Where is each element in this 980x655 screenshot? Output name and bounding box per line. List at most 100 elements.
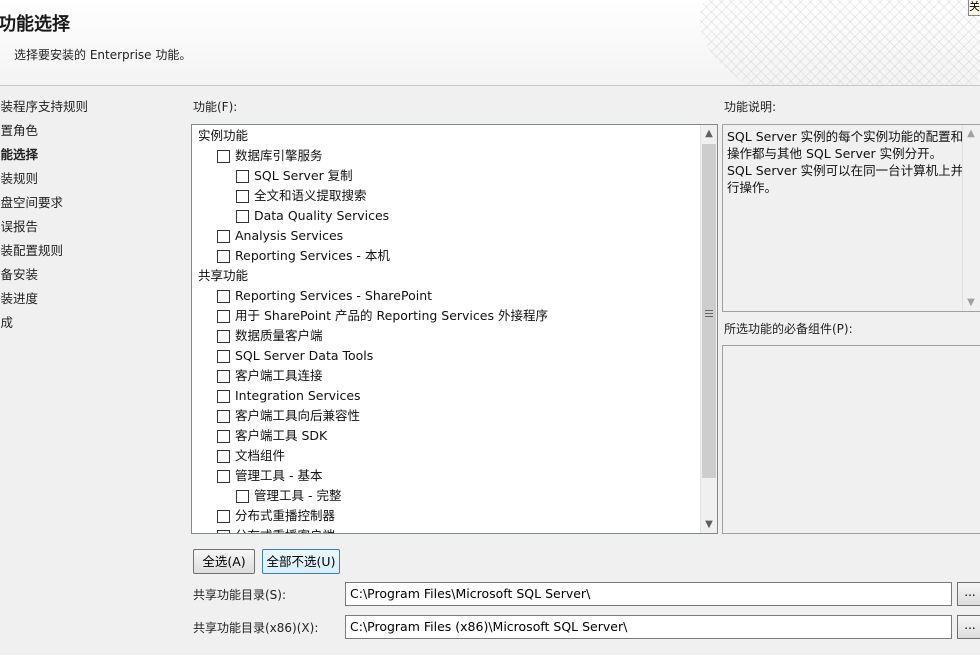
feature-label: Reporting Services - 本机 xyxy=(235,248,390,263)
feature-label: SQL Server 复制 xyxy=(254,168,353,183)
feature-checkbox[interactable] xyxy=(217,369,230,383)
wizard-step[interactable]: 错误报告 xyxy=(0,216,180,240)
scroll-up-icon[interactable]: ▲ xyxy=(701,125,717,142)
feature-checkbox[interactable] xyxy=(217,149,230,163)
wizard-step[interactable]: 设置角色 xyxy=(0,120,180,144)
feature-checkbox[interactable] xyxy=(217,289,230,303)
shared-dir-browse-button[interactable]: ... xyxy=(957,582,980,606)
description-paragraph-2: SQL Server 实例可以在同一台计算机上并行操作。 xyxy=(727,163,964,195)
prerequisites-box xyxy=(722,345,980,534)
page-subtitle: 选择要安装的 Enterprise 功能。 xyxy=(14,48,192,62)
shared-dir-input[interactable]: C:\Program Files\Microsoft SQL Server\ xyxy=(345,582,952,606)
feature-item[interactable]: 客户端工具 SDK xyxy=(192,426,700,446)
feature-checkbox[interactable] xyxy=(217,309,230,323)
feature-checkbox[interactable] xyxy=(236,209,249,223)
feature-item[interactable]: 客户端工具向后兼容性 xyxy=(192,406,700,426)
feature-item[interactable]: 客户端工具连接 xyxy=(192,366,700,386)
feature-item[interactable]: 用于 SharePoint 产品的 Reporting Services 外接程… xyxy=(192,306,700,326)
feature-checkbox[interactable] xyxy=(217,349,230,363)
feature-item[interactable]: Data Quality Services xyxy=(192,206,700,226)
wizard-step[interactable]: 安装规则 xyxy=(0,168,180,192)
feature-checkbox[interactable] xyxy=(217,529,230,533)
feature-checkbox[interactable] xyxy=(217,509,230,523)
feature-item[interactable]: 数据库引擎服务 xyxy=(192,146,700,166)
feature-item[interactable]: 分布式重播控制器 xyxy=(192,506,700,526)
feature-label: Analysis Services xyxy=(235,228,344,243)
wizard-steps: 安装程序支持规则设置角色功能选择安装规则磁盘空间要求错误报告安装配置规则准备安装… xyxy=(0,96,180,336)
feature-item[interactable]: 分布式重播客户端 xyxy=(192,526,700,533)
feature-item[interactable]: Integration Services xyxy=(192,386,700,406)
wizard-step[interactable]: 磁盘空间要求 xyxy=(0,192,180,216)
feature-label: Data Quality Services xyxy=(254,208,390,223)
page-title: 功能选择 xyxy=(0,14,70,35)
header-decoration xyxy=(700,0,980,85)
feature-label: 分布式重播控制器 xyxy=(235,508,336,523)
scroll-down-icon[interactable]: ▼ xyxy=(963,294,979,311)
description-box: SQL Server 实例的每个实例功能的配置和操作都与其他 SQL Serve… xyxy=(722,124,980,312)
feature-label: 共享功能 xyxy=(198,268,249,283)
scroll-thumb[interactable] xyxy=(702,144,716,478)
feature-checkbox[interactable] xyxy=(217,449,230,463)
scroll-up-icon[interactable]: ▲ xyxy=(963,125,979,142)
feature-item[interactable]: 全文和语义提取搜索 xyxy=(192,186,700,206)
feature-label: 数据库引擎服务 xyxy=(235,148,323,163)
wizard-step[interactable]: 安装进度 xyxy=(0,288,180,312)
feature-label: 客户端工具 SDK xyxy=(235,428,328,443)
feature-label: 用于 SharePoint 产品的 Reporting Services 外接程… xyxy=(235,308,548,323)
feature-item[interactable]: Reporting Services - 本机 xyxy=(192,246,700,266)
page-header: 功能选择 选择要安装的 Enterprise 功能。 关 xyxy=(0,0,980,86)
shared-dir-x86-browse-button[interactable]: ... xyxy=(957,615,980,639)
wizard-step[interactable]: 安装配置规则 xyxy=(0,240,180,264)
feature-label: 客户端工具向后兼容性 xyxy=(235,408,361,423)
feature-checkbox[interactable] xyxy=(236,189,249,203)
feature-item[interactable]: 文档组件 xyxy=(192,446,700,466)
feature-label: 分布式重播客户端 xyxy=(235,526,335,533)
feature-item[interactable]: Analysis Services xyxy=(192,226,700,246)
header-corner-tab[interactable]: 关 xyxy=(968,0,980,16)
feature-checkbox[interactable] xyxy=(217,469,230,483)
description-text: SQL Server 实例的每个实例功能的配置和操作都与其他 SQL Serve… xyxy=(727,128,967,196)
select-all-button[interactable]: 全选(A) xyxy=(193,549,255,574)
feature-checkbox[interactable] xyxy=(217,249,230,263)
wizard-step[interactable]: 功能选择 xyxy=(0,144,180,168)
shared-dir-x86-input[interactable]: C:\Program Files (x86)\Microsoft SQL Ser… xyxy=(345,615,952,639)
feature-checkbox[interactable] xyxy=(217,429,230,443)
description-label: 功能说明: xyxy=(724,100,777,114)
feature-checkbox[interactable] xyxy=(217,409,230,423)
features-scrollbar[interactable]: ▲ ▼ xyxy=(700,125,717,533)
wizard-step[interactable]: 安装程序支持规则 xyxy=(0,96,180,120)
features-tree[interactable]: 实例功能数据库引擎服务 SQL Server 复制 全文和语义提取搜索 Data Qu… xyxy=(191,124,718,534)
feature-label: 客户端工具连接 xyxy=(235,368,323,383)
description-scrollbar[interactable]: ▲ ▼ xyxy=(962,125,979,311)
feature-checkbox[interactable] xyxy=(217,329,230,343)
feature-label: 管理工具 - 基本 xyxy=(235,468,323,483)
features-list: 实例功能数据库引擎服务 SQL Server 复制 全文和语义提取搜索 Data Qu… xyxy=(192,125,700,533)
feature-label: 全文和语义提取搜索 xyxy=(254,188,367,203)
feature-item[interactable]: 数据质量客户端 xyxy=(192,326,700,346)
feature-item[interactable]: SQL Server 复制 xyxy=(192,166,700,186)
feature-checkbox[interactable] xyxy=(217,389,230,403)
feature-checkbox[interactable] xyxy=(217,229,230,243)
feature-label: Integration Services xyxy=(235,388,361,403)
prerequisites-label: 所选功能的必备组件(P): xyxy=(724,322,853,336)
feature-label: 文档组件 xyxy=(235,448,286,463)
description-paragraph-1: SQL Server 实例的每个实例功能的配置和操作都与其他 SQL Serve… xyxy=(727,129,964,161)
feature-checkbox[interactable] xyxy=(236,489,249,503)
feature-checkbox[interactable] xyxy=(236,169,249,183)
scroll-down-icon[interactable]: ▼ xyxy=(701,516,717,533)
feature-label: Reporting Services - SharePoint xyxy=(235,288,433,303)
shared-dir-label: 共享功能目录(S): xyxy=(193,588,287,602)
feature-item[interactable]: 管理工具 - 完整 xyxy=(192,486,700,506)
feature-item[interactable]: 管理工具 - 基本 xyxy=(192,466,700,486)
deselect-all-button[interactable]: 全部不选(U) xyxy=(262,549,340,574)
wizard-step[interactable]: 完成 xyxy=(0,312,180,336)
feature-item[interactable]: SQL Server Data Tools xyxy=(192,346,700,366)
feature-label: 数据质量客户端 xyxy=(235,328,323,343)
shared-dir-x86-label: 共享功能目录(x86)(X): xyxy=(193,621,319,635)
feature-label: 管理工具 - 完整 xyxy=(254,488,342,503)
grip-icon xyxy=(705,310,713,317)
feature-label: SQL Server Data Tools xyxy=(235,348,374,363)
wizard-step[interactable]: 准备安装 xyxy=(0,264,180,288)
feature-item[interactable]: Reporting Services - SharePoint xyxy=(192,286,700,306)
feature-group-header: 实例功能 xyxy=(192,126,700,146)
